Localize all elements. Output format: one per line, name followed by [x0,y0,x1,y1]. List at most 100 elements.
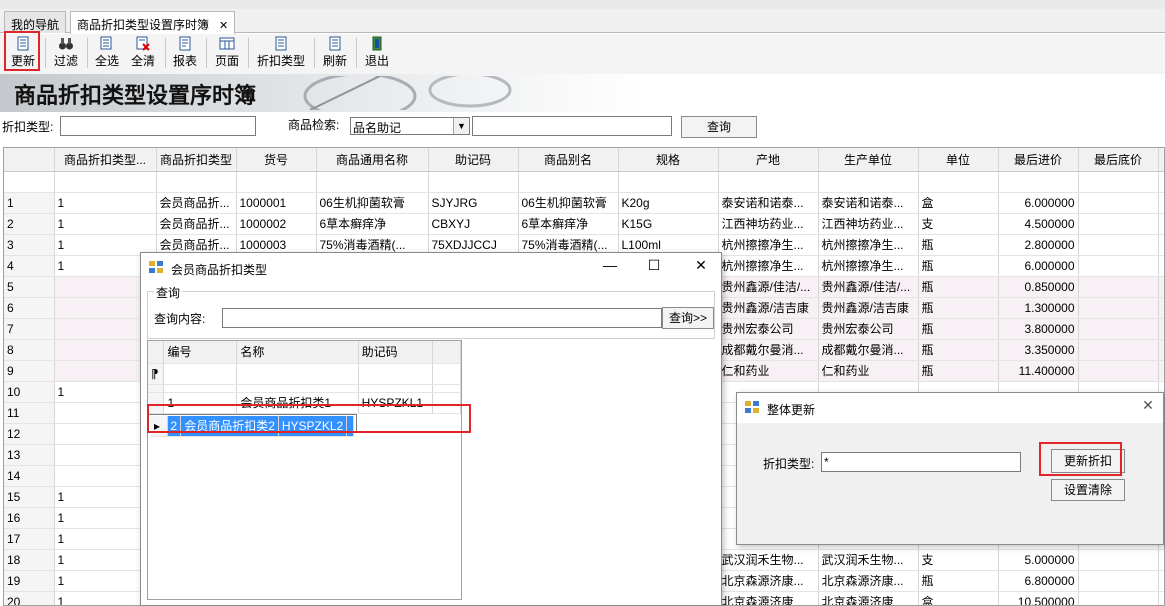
filter-cell[interactable] [518,171,619,193]
grid-cell[interactable]: 武汉润禾生物... [818,549,919,571]
grid-cell[interactable]: K20g [618,192,719,214]
filter-cell[interactable] [618,171,719,193]
clear-all-button[interactable]: 全清 [128,34,158,72]
grid-cell[interactable]: 杭州擦擦净生... [718,255,819,277]
grid-cell[interactable]: 瓶 [918,234,999,256]
grid-cell[interactable]: 瓶 [918,570,999,592]
select-all-button[interactable]: 全选 [92,34,122,72]
filter-cell[interactable] [4,171,55,193]
exit-button[interactable]: 退出 [362,34,392,72]
grid-cell[interactable]: 仁和药业 [718,360,819,382]
grid-cell[interactable]: 11.400000 [998,360,1079,382]
grid-cell[interactable]: 6.800000 [998,570,1079,592]
grid-cell[interactable] [1078,234,1159,256]
page-button[interactable]: 页面 [212,34,242,72]
close-icon[interactable]: ✕ [1133,397,1163,414]
grid-cell[interactable]: 1 [1158,276,1164,298]
search-mode-select[interactable]: 品名助记 ▼ [350,117,470,135]
grid-cell[interactable]: 贵州鑫源/佳洁/... [718,276,819,298]
grid-cell[interactable]: 江西神坊药业... [718,213,819,235]
grid-cell[interactable]: 3 [1158,339,1164,361]
grid-cell[interactable]: 杭州擦擦净生... [718,234,819,256]
table-row[interactable]: 1 1 会员商品折... 1000001 06生机抑菌软膏 SJYJRG 06生机抑菌软膏 K… [4,192,1164,214]
grid-cell[interactable]: 1.300000 [998,297,1079,319]
filter-cell[interactable] [316,171,429,193]
grid-cell[interactable]: 10.500000 [998,591,1079,605]
grid-cell[interactable]: 4 [1158,318,1164,340]
grid-cell[interactable]: 5 [1158,234,1164,256]
grid-cell[interactable]: 江西神坊药业... [818,213,919,235]
grid-cell[interactable]: 4.500000 [998,213,1079,235]
grid-cell[interactable] [1078,192,1159,214]
discount-type-list[interactable]: 编号 名称 助记码 ⁋ 1 会员商品折扣类1 HYSPZKL1 ▸ 2 会员商品… [147,340,462,600]
column-header[interactable]: 最后进价 [998,148,1079,172]
grid-cell[interactable]: CBXYJ [428,213,519,235]
grid-cell[interactable]: 瓶 [918,276,999,298]
filter-cell[interactable] [428,171,519,193]
grid-cell[interactable] [1078,297,1159,319]
column-header[interactable]: 商品折扣类型 [156,148,237,172]
filter-cell[interactable] [918,171,999,193]
grid-cell[interactable]: 瓶 [918,255,999,277]
column-header[interactable]: 产地 [718,148,819,172]
grid-cell[interactable]: 贵州鑫源/洁吉康 [818,297,919,319]
grid-cell[interactable]: 15 [1158,213,1164,235]
grid-cell[interactable]: 瓶 [918,318,999,340]
filter-cell[interactable] [163,363,238,385]
grid-cell[interactable]: SJYJRG [428,192,519,214]
grid-cell[interactable]: 6草本癣痒净 [316,213,429,235]
grid-cell[interactable]: 6.000000 [998,255,1079,277]
clear-settings-button[interactable]: 设置清除 [1051,479,1125,501]
grid-cell[interactable]: 5.000000 [998,549,1079,571]
discount-type-button[interactable]: 折扣类型 [254,34,308,72]
column-header[interactable]: 单位 [918,148,999,172]
filter-cell[interactable] [236,363,359,385]
grid-cell[interactable]: 成都戴尔曼消... [818,339,919,361]
grid-cell[interactable]: 25 [1158,192,1164,214]
grid-cell[interactable]: 北京森源济康 [818,591,919,605]
grid-cell[interactable]: 1 [54,213,157,235]
grid-cell[interactable]: 会员商品折... [156,213,237,235]
grid-cell[interactable]: 3.350000 [998,339,1079,361]
grid-cell[interactable]: 成都戴尔曼消... [718,339,819,361]
grid-cell[interactable]: 泰安诺和诺泰... [818,192,919,214]
grid-cell[interactable] [1078,213,1159,235]
dialog-query-button[interactable]: 查询>> [662,307,714,329]
close-icon[interactable]: ✕ [686,257,716,274]
grid-cell[interactable]: 贵州鑫源/佳洁/... [818,276,919,298]
grid-cell[interactable]: 瓶 [918,297,999,319]
bulk-discount-type-input[interactable]: * [821,452,1021,472]
filter-cell[interactable] [818,171,919,193]
column-header[interactable]: 最后底价 [1078,148,1159,172]
minimize-icon[interactable]: — [595,257,625,273]
filter-cell[interactable] [718,171,819,193]
column-header[interactable]: 生产单位 [818,148,919,172]
grid-cell[interactable]: 支 [918,213,999,235]
column-header[interactable]: 规格 [618,148,719,172]
grid-cell[interactable]: 北京森源济康 [718,591,819,605]
grid-cell[interactable]: K15G [618,213,719,235]
column-header[interactable]: 商品别名 [518,148,619,172]
grid-cell[interactable]: 盒 [918,591,999,605]
grid-cell[interactable] [1078,276,1159,298]
grid-cell[interactable]: 杭州擦擦净生... [818,234,919,256]
grid-cell[interactable]: 贵州鑫源/洁吉康 [718,297,819,319]
filter-cell[interactable] [432,363,462,385]
tab-my-nav[interactable]: 我的导航 [4,11,67,33]
filter-cell[interactable] [998,171,1079,193]
product-search-input[interactable] [472,116,672,136]
grid-cell[interactable]: 瓶 [918,360,999,382]
grid-cell[interactable]: 15 [1158,549,1164,571]
filter-cell[interactable] [54,171,157,193]
filter-cell[interactable] [358,363,433,385]
grid-cell[interactable] [1078,549,1159,571]
grid-cell[interactable]: 36 [1158,591,1164,605]
grid-cell[interactable]: 9 [1158,360,1164,382]
column-header[interactable]: 助记码 [428,148,519,172]
refresh-button[interactable]: 刷新 [320,34,350,72]
grid-cell[interactable]: 3.800000 [998,318,1079,340]
grid-cell[interactable] [1078,591,1159,605]
maximize-icon[interactable]: ☐ [639,257,669,274]
grid-cell[interactable]: 1000001 [236,192,317,214]
grid-cell[interactable]: 会员商品折... [156,192,237,214]
